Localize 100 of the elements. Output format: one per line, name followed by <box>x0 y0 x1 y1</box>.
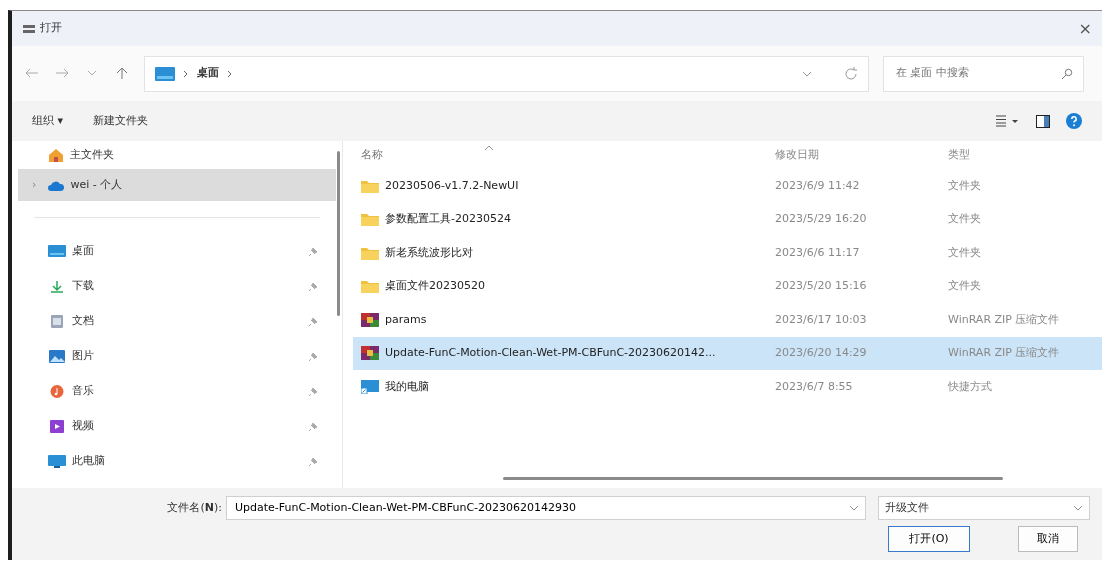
file-name: 20230506-v1.7.2-NewUI <box>385 177 519 194</box>
sidebar-item[interactable]: 此电脑 <box>18 444 336 479</box>
sidebar-label: 视频 <box>72 418 94 435</box>
desktop-icon <box>155 66 175 81</box>
scrollbar[interactable] <box>503 477 1003 480</box>
sidebar-label: 下载 <box>72 278 94 295</box>
file-row[interactable]: Update-FunC-Motion-Clean-Wet-PM-CBFunC-20230620142... 2023/6/20 14:29 WinRAR ZIP 压缩文件 <box>353 336 1102 370</box>
home-icon <box>48 147 64 163</box>
pin-icon <box>308 421 318 432</box>
sidebar-item[interactable]: 桌面 <box>18 234 336 269</box>
breadcrumb[interactable]: 桌面 <box>197 65 219 82</box>
pin-icon <box>308 456 318 467</box>
cancel-button[interactable]: 取消 <box>1018 526 1078 552</box>
file-type: 快捷方式 <box>948 379 992 393</box>
filename-label: 文件名(N): <box>166 499 222 516</box>
archive-icon <box>361 312 379 327</box>
file-date: 2023/5/29 16:20 <box>775 212 867 225</box>
file-date: 2023/6/20 14:29 <box>775 346 867 359</box>
sidebar-item[interactable]: 图片 <box>18 339 336 374</box>
close-button[interactable]: × <box>1078 16 1092 41</box>
new-folder-button[interactable]: 新建文件夹 <box>93 112 149 130</box>
chevron-right-icon <box>183 69 189 78</box>
file-type: WinRAR ZIP 压缩文件 <box>948 346 1060 359</box>
sidebar-item[interactable]: › wei - 个人 <box>18 169 336 201</box>
file-type: WinRAR ZIP 压缩文件 <box>948 312 1060 326</box>
address-bar[interactable]: 桌面 <box>144 55 869 92</box>
shortcut-icon <box>361 379 379 394</box>
file-row[interactable]: 桌面文件20230520 2023/5/20 15:16 文件夹 <box>353 269 1102 303</box>
pin-icon <box>308 386 318 397</box>
file-name: 参数配置工具-20230524 <box>385 211 511 227</box>
file-row[interactable]: params 2023/6/17 10:03 WinRAR ZIP 压缩文件 <box>353 303 1102 337</box>
pin-icon <box>308 316 318 327</box>
organize-menu[interactable]: 组织 ▾ <box>32 112 64 130</box>
help-icon[interactable] <box>1066 113 1082 129</box>
open-button[interactable]: 打开(O) <box>888 526 970 552</box>
sidebar-label: 图片 <box>72 348 94 365</box>
folder-icon <box>361 178 379 193</box>
sidebar-item[interactable]: 下载 <box>18 269 336 304</box>
download-icon <box>48 280 66 293</box>
chevron-down-icon[interactable] <box>802 69 812 78</box>
file-date: 2023/6/7 8:55 <box>775 379 853 393</box>
search-icon <box>1061 67 1073 80</box>
file-type-dropdown[interactable]: 升级文件 <box>878 496 1090 520</box>
folder-icon <box>361 279 379 294</box>
forward-arrow-icon[interactable] <box>54 67 70 80</box>
sidebar-label: 主文件夹 <box>70 146 114 163</box>
monitor-icon <box>48 455 66 468</box>
file-name: 新老系统波形比对 <box>385 244 473 261</box>
column-header[interactable]: 类型 <box>948 147 970 161</box>
filename-field[interactable]: Update-FunC-Motion-Clean-Wet-PM-CBFunC-20230620142930 <box>233 498 849 518</box>
pin-icon <box>308 351 318 362</box>
file-type: 文件夹 <box>948 279 981 292</box>
sidebar-label: wei - 个人 <box>70 176 123 193</box>
folder-icon <box>361 245 379 260</box>
file-type: 文件夹 <box>948 245 981 259</box>
file-name: params <box>385 311 427 328</box>
music-icon <box>48 385 66 398</box>
sidebar-label: 文档 <box>72 313 94 330</box>
chevron-down-icon <box>1073 504 1083 512</box>
search-box[interactable]: 在 桌面 中搜索 <box>883 55 1084 92</box>
refresh-icon[interactable] <box>844 66 858 81</box>
app-icon <box>22 23 36 34</box>
folder-icon <box>361 212 379 227</box>
file-date: 2023/6/17 10:03 <box>775 312 867 326</box>
video-icon <box>48 420 66 433</box>
search-field[interactable]: 在 桌面 中搜索 <box>894 64 1061 83</box>
up-arrow-icon[interactable] <box>114 67 130 80</box>
file-type: 文件夹 <box>948 212 981 225</box>
pin-icon <box>308 246 318 257</box>
preview-pane-icon[interactable] <box>1036 114 1050 128</box>
scrollbar[interactable] <box>337 151 340 316</box>
sidebar-label: 此电脑 <box>72 453 105 470</box>
file-row[interactable]: 20230506-v1.7.2-NewUI 2023/6/9 11:42 文件夹 <box>353 169 1102 203</box>
file-date: 2023/6/9 11:42 <box>775 178 860 192</box>
column-header[interactable]: 名称 <box>361 146 383 164</box>
column-header[interactable]: 修改日期 <box>775 147 819 161</box>
sidebar-item[interactable]: 主文件夹 <box>18 141 336 169</box>
back-arrow-icon[interactable] <box>24 67 40 80</box>
file-type: 文件夹 <box>948 178 981 192</box>
desktop-icon <box>48 245 66 258</box>
sidebar-item[interactable]: 视频 <box>18 409 336 444</box>
sidebar-label: 音乐 <box>72 383 94 400</box>
pin-icon <box>308 281 318 292</box>
file-name: Update-FunC-Motion-Clean-Wet-PM-CBFunC-20230620142... <box>385 345 716 361</box>
document-icon <box>48 315 66 328</box>
file-row[interactable]: 新老系统波形比对 2023/6/6 11:17 文件夹 <box>353 236 1102 270</box>
file-date: 2023/6/6 11:17 <box>775 245 860 259</box>
file-row[interactable]: 参数配置工具-20230524 2023/5/29 16:20 文件夹 <box>353 202 1102 236</box>
file-name: 桌面文件20230520 <box>385 278 485 294</box>
chevron-right-icon <box>227 69 233 78</box>
file-row[interactable]: 我的电脑 2023/6/7 8:55 快捷方式 <box>353 370 1102 404</box>
filename-combo-box[interactable]: Update-FunC-Motion-Clean-Wet-PM-CBFunC-20230620142930 <box>226 496 866 520</box>
window-title: 打开 <box>40 20 62 37</box>
view-menu-icon[interactable] <box>996 115 1020 127</box>
file-date: 2023/5/20 15:16 <box>775 279 867 292</box>
chevron-down-icon <box>849 504 859 512</box>
file-name: 我的电脑 <box>385 378 429 395</box>
archive-icon <box>361 346 379 361</box>
sidebar-item[interactable]: 音乐 <box>18 374 336 409</box>
sidebar-item[interactable]: 文档 <box>18 304 336 339</box>
